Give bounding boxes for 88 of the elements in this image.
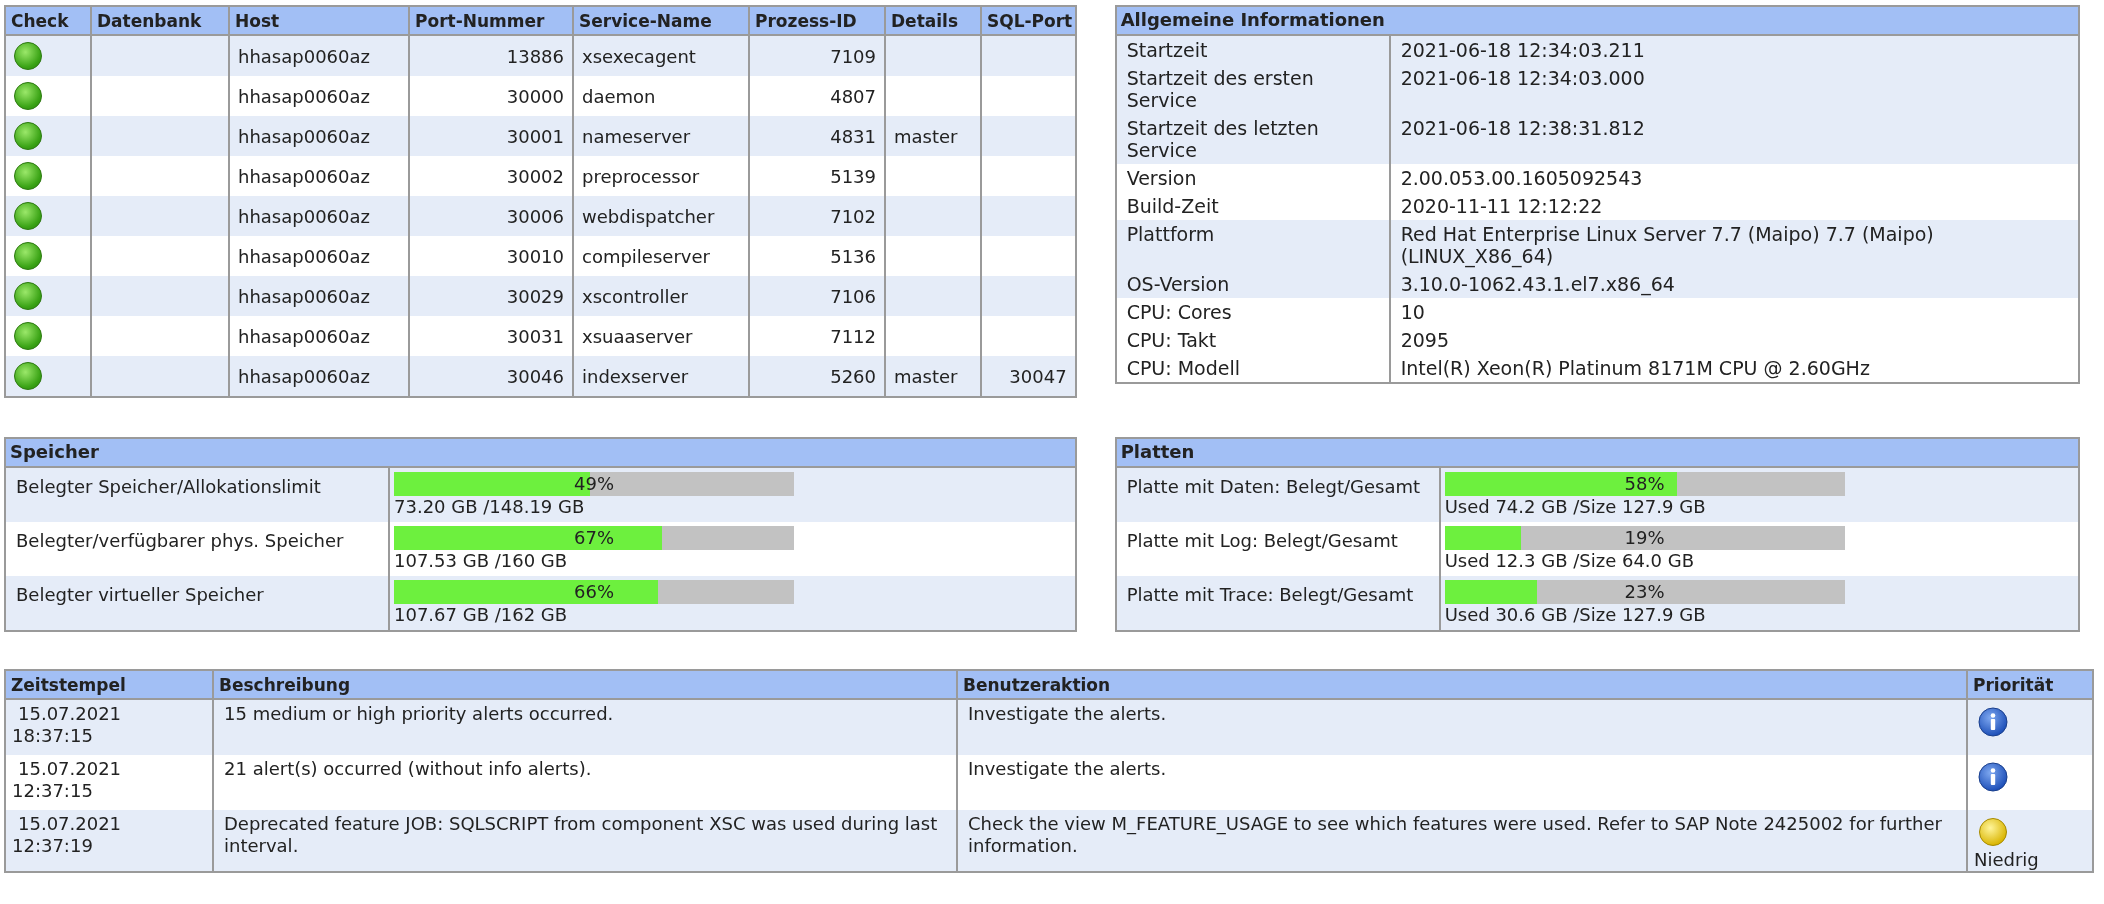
info-label: CPU: Takt <box>1116 326 1391 354</box>
info-label: Version <box>1116 164 1391 192</box>
alert-date: 15.07.2021 <box>17 703 123 725</box>
info-value: 2021-06-18 12:38:31.812 <box>1399 116 1646 141</box>
table-cell: hhasap0060az <box>229 35 409 76</box>
column-header: Zeitstempel <box>5 670 213 699</box>
table-cell: 30001 <box>409 116 573 156</box>
table-cell: 7102 <box>749 196 885 236</box>
info-value: 3.10.0-1062.43.1.el7.x86_64 <box>1399 272 1676 298</box>
usage-label: Belegter Speicher/Allokationslimit <box>6 468 390 522</box>
table-cell: webdispatcher <box>573 196 749 236</box>
alert-description: 15 medium or high priority alerts occurred. <box>224 703 614 724</box>
percent-label: 67% <box>573 527 615 548</box>
table-cell: 30006 <box>409 196 573 236</box>
table-cell: xsexecagent <box>573 35 749 76</box>
info-icon <box>1978 707 2008 737</box>
info-label: CPU: Cores <box>1116 298 1391 326</box>
table-cell: 30029 <box>409 276 573 316</box>
table-cell: 30046 <box>409 356 573 397</box>
column-header: Beschreibung <box>213 670 957 699</box>
percent-label: 19% <box>1623 527 1666 548</box>
info-label: CPU: Modell <box>1116 354 1391 382</box>
alert-description: Deprecated feature JOB: SQLSCRIPT from component XSC was used during last interval. <box>224 813 938 856</box>
panel-title: Speicher <box>6 439 1075 468</box>
usage-detail: 107.67 GB /162 GB <box>394 604 569 626</box>
table-cell: indexserver <box>573 356 749 397</box>
panel-title: Platten <box>1116 439 2078 468</box>
info-value: Intel(R) Xeon(R) Platinum 8171M CPU @ 2.60GHz <box>1399 356 1871 381</box>
alert-action: Investigate the alerts. <box>968 758 1167 779</box>
table-cell: 7109 <box>749 35 885 76</box>
info-label: Startzeit des ersten Service <box>1116 64 1391 114</box>
column-header: SQL-Port <box>981 6 1076 35</box>
table-cell: hhasap0060az <box>229 356 409 397</box>
table-cell: 30047 <box>981 356 1076 397</box>
table-cell: 5260 <box>749 356 885 397</box>
info-value: 2095 <box>1399 328 1450 353</box>
column-header: Datenbank <box>91 6 229 35</box>
info-label: OS-Version <box>1116 270 1391 298</box>
table-cell: hhasap0060az <box>229 276 409 316</box>
alert-time: 12:37:15 <box>12 780 94 802</box>
table-cell: 7106 <box>749 276 885 316</box>
column-header: Service-Name <box>573 6 749 35</box>
info-label: Plattform <box>1116 220 1391 270</box>
alert-action: Investigate the alerts. <box>968 703 1167 724</box>
info-icon <box>1978 762 2008 792</box>
priority-label: Niedrig <box>1974 849 2040 871</box>
column-header: Priorität <box>1967 670 2093 699</box>
table-cell: xscontroller <box>573 276 749 316</box>
table-cell: master <box>885 356 981 397</box>
alert-date: 15.07.2021 <box>17 813 123 835</box>
info-value: 10 <box>1399 300 1426 325</box>
alert-time: 12:37:19 <box>12 835 94 857</box>
usage-label: Belegter virtueller Speicher <box>6 576 390 630</box>
table-cell: 13886 <box>409 35 573 76</box>
usage-detail: 107.53 GB /160 GB <box>394 550 569 572</box>
info-value: 2021-06-18 12:34:03.211 <box>1399 38 1646 63</box>
info-value: 2020-11-11 12:12:22 <box>1399 194 1604 219</box>
percent-label: 58% <box>1623 473 1666 494</box>
column-header: Check <box>5 6 91 35</box>
info-value: Red Hat Enterprise Linux Server 7.7 (Maipo) 7.7 (Maipo) (LINUX_X86_64) <box>1399 222 1935 270</box>
info-label: Startzeit <box>1116 36 1391 64</box>
alert-date: 15.07.2021 <box>17 758 123 780</box>
table-cell: nameserver <box>573 116 749 156</box>
column-header: Host <box>229 6 409 35</box>
usage-detail: Used 30.6 GB /Size 127.9 GB <box>1444 604 1707 626</box>
column-header: Benutzeraktion <box>957 670 1967 699</box>
info-value: 2021-06-18 12:34:03.000 <box>1399 66 1646 91</box>
percent-label: 23% <box>1623 581 1666 602</box>
column-header: Port-Nummer <box>409 6 573 35</box>
alert-time: 18:37:15 <box>12 725 94 747</box>
alert-description: 21 alert(s) occurred (without info alerts). <box>224 758 592 779</box>
percent-label: 66% <box>573 581 615 602</box>
usage-label: Platte mit Trace: Belegt/Gesamt <box>1116 576 1441 630</box>
usage-detail: 73.20 GB /148.19 GB <box>394 496 586 518</box>
table-cell: master <box>885 116 981 156</box>
table-cell: hhasap0060az <box>229 196 409 236</box>
column-header: Prozess-ID <box>749 6 885 35</box>
info-value: 2.00.053.00.1605092543 <box>1399 166 1644 191</box>
usage-detail: Used 12.3 GB /Size 64.0 GB <box>1444 550 1696 572</box>
table-cell: hhasap0060az <box>229 116 409 156</box>
info-label: Startzeit des letzten Service <box>1116 114 1391 164</box>
priority-dot-icon <box>1978 817 2008 847</box>
usage-detail: Used 74.2 GB /Size 127.9 GB <box>1444 496 1707 518</box>
alert-action: Check the view M_FEATURE_USAGE to see which features were used. Refer to SAP Note 2425002 for further information. <box>968 813 1942 856</box>
usage-label: Platte mit Daten: Belegt/Gesamt <box>1116 468 1441 522</box>
table-cell: 4831 <box>749 116 885 156</box>
column-header: Details <box>885 6 981 35</box>
panel-title: Allgemeine Informationen <box>1116 7 2078 36</box>
